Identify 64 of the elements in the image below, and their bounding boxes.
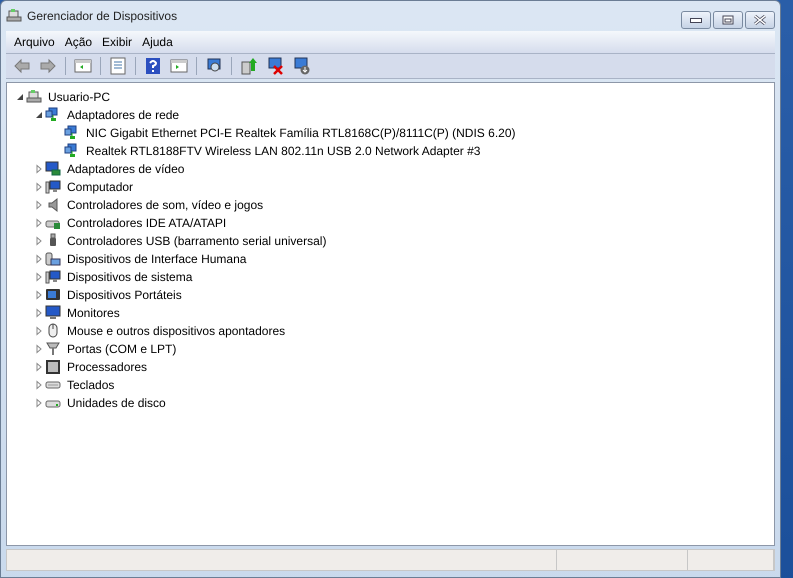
forward-arrow-icon <box>39 57 57 75</box>
tree-item[interactable]: Adaptadores de vídeo <box>65 161 186 177</box>
expand-arrow-icon[interactable] <box>34 308 44 318</box>
port-icon <box>45 341 61 357</box>
help-icon <box>144 57 162 75</box>
tree-item[interactable]: Controladores IDE ATA/ATAPI <box>65 215 228 231</box>
close-icon <box>752 14 768 26</box>
collapse-arrow-icon[interactable] <box>34 110 44 120</box>
tree-item[interactable]: Mouse e outros dispositivos apontadores <box>65 323 288 339</box>
expand-arrow-icon[interactable] <box>34 254 44 264</box>
expand-arrow-icon[interactable] <box>34 398 44 408</box>
disable-device-icon <box>292 57 310 75</box>
properties-icon <box>109 57 127 75</box>
tree-item[interactable]: NIC Gigabit Ethernet PCI-E Realtek Família RTL8168C(P)/8111C(P) (NDIS 6.20) <box>84 125 518 141</box>
tree-item[interactable]: Computador <box>65 179 136 195</box>
tree-item[interactable]: Processadores <box>65 359 150 375</box>
collapse-arrow-icon[interactable] <box>15 92 25 102</box>
tree-item[interactable]: Portas (COM e LPT) <box>65 341 178 357</box>
menu-item[interactable]: Arquivo <box>9 33 60 51</box>
device-manager-icon <box>6 8 22 24</box>
computer-monitor-icon <box>45 269 61 285</box>
maximize-icon <box>720 14 736 26</box>
console-tree-icon <box>74 57 92 75</box>
expand-arrow-icon[interactable] <box>34 380 44 390</box>
expand-arrow-icon[interactable] <box>34 200 44 210</box>
tree-item[interactable]: Dispositivos de sistema <box>65 269 194 285</box>
tree-item[interactable]: Monitores <box>65 305 122 321</box>
expand-arrow-icon[interactable] <box>34 326 44 336</box>
expand-arrow-icon[interactable] <box>34 164 44 174</box>
update-driver-icon <box>240 57 258 75</box>
tree-item[interactable]: Dispositivos de Interface Humana <box>65 251 248 267</box>
tree-item[interactable]: Unidades de disco <box>65 395 168 411</box>
expand-arrow-icon[interactable] <box>34 344 44 354</box>
tree-item[interactable]: Dispositivos Portáteis <box>65 287 184 303</box>
action-pane-icon <box>170 57 188 75</box>
tree-item[interactable]: Controladores de som, vídeo e jogos <box>65 197 266 213</box>
expand-arrow-icon[interactable] <box>34 272 44 282</box>
window-title: Gerenciador de Dispositivos <box>27 9 178 23</box>
tree-item[interactable]: Realtek RTL8188FTV Wireless LAN 802.11n USB 2.0 Network Adapter #3 <box>84 143 482 159</box>
tree-item[interactable]: Controladores USB (barramento serial universal) <box>65 233 328 249</box>
computer-monitor-icon <box>45 179 61 195</box>
back-arrow-icon <box>13 57 31 75</box>
display-adapter-icon <box>45 161 61 177</box>
expand-arrow-icon[interactable] <box>34 290 44 300</box>
portable-device-icon <box>45 287 61 303</box>
expand-arrow-icon[interactable] <box>34 236 44 246</box>
tree-item[interactable]: Usuario-PC <box>46 89 112 105</box>
uninstall-icon <box>266 57 284 75</box>
minimize-icon <box>690 18 702 22</box>
tree-item[interactable]: Adaptadores de rede <box>65 107 182 123</box>
expand-arrow-icon[interactable] <box>34 362 44 372</box>
computer-icon <box>26 89 42 105</box>
minimize-button[interactable] <box>681 11 711 29</box>
close-button[interactable] <box>745 11 775 29</box>
menu-item[interactable]: Exibir <box>97 33 138 51</box>
menu-item[interactable]: Ajuda <box>137 33 178 51</box>
menu-item[interactable]: Ação <box>60 33 98 51</box>
joystick-icon <box>45 251 61 267</box>
tree-item[interactable]: Teclados <box>65 377 116 393</box>
monitor-icon <box>45 305 61 321</box>
maximize-button[interactable] <box>713 11 743 29</box>
processor-icon <box>45 359 61 375</box>
expand-arrow-icon[interactable] <box>34 218 44 228</box>
expand-arrow-icon[interactable] <box>34 182 44 192</box>
